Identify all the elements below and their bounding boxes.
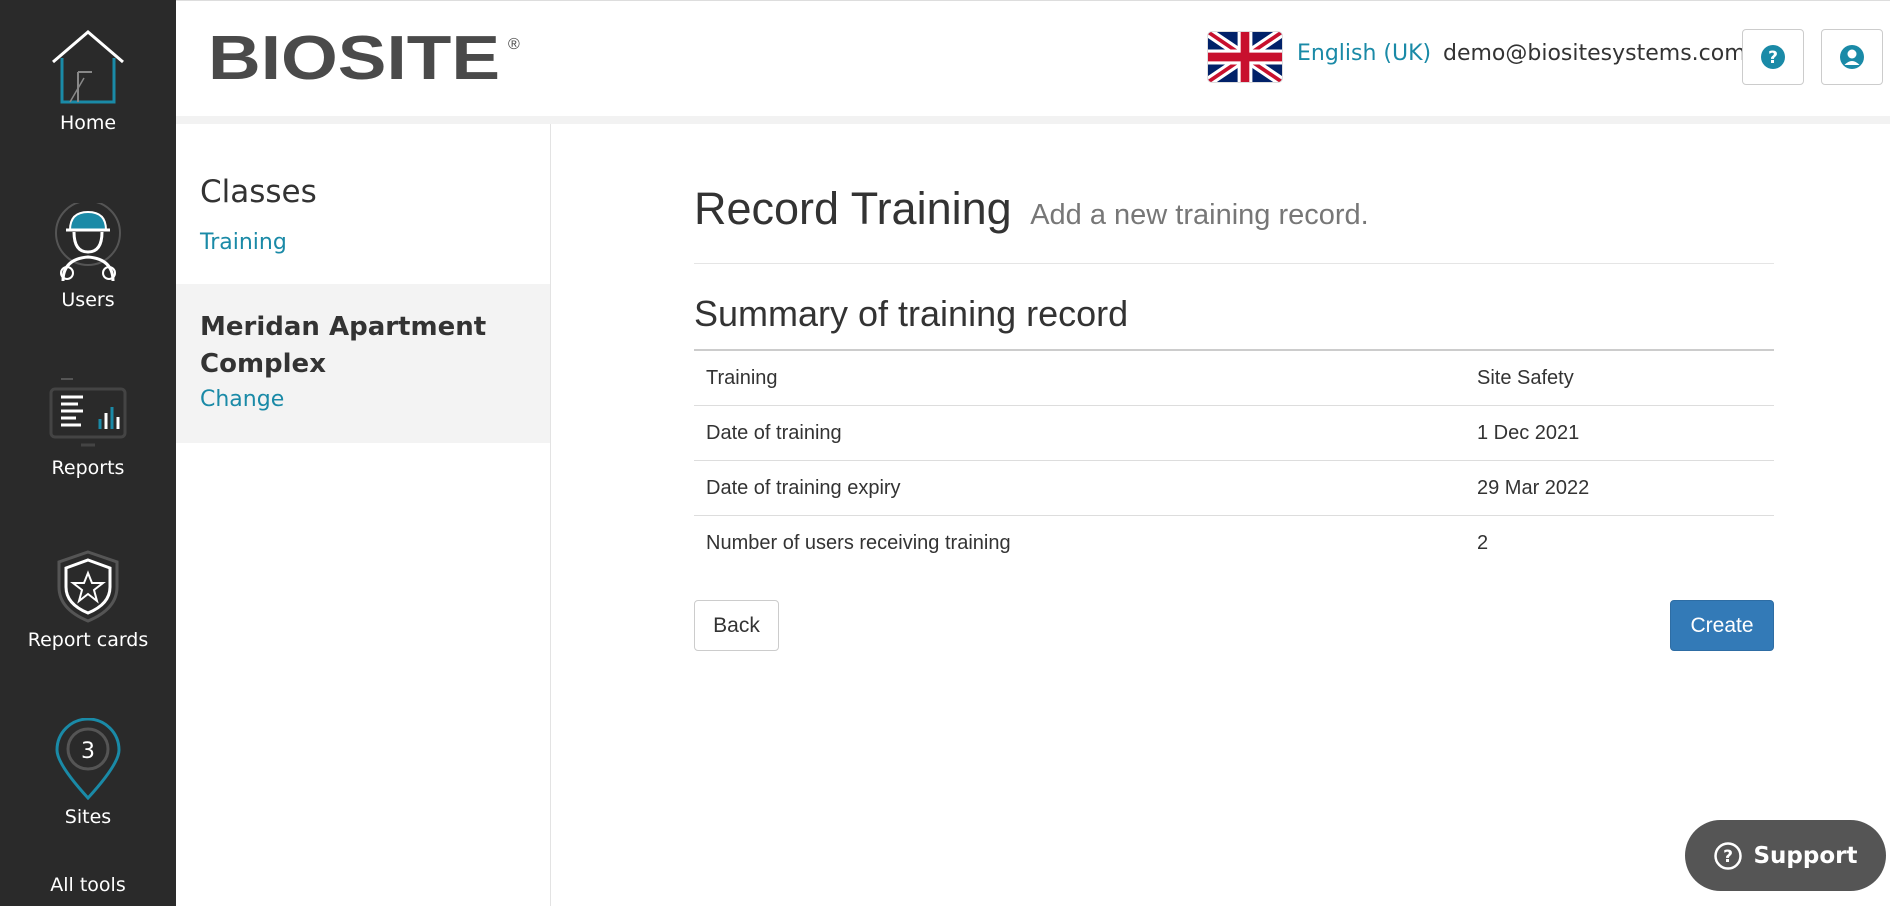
row-label: Training: [694, 349, 1465, 406]
svg-text:?: ?: [1724, 847, 1734, 867]
language-link[interactable]: English (UK): [1297, 41, 1431, 66]
nav-label-home: Home: [59, 112, 117, 134]
account-button[interactable]: [1821, 29, 1883, 85]
row-label: Date of training: [694, 405, 1465, 461]
site-name: Meridan Apartment Complex: [200, 312, 487, 379]
support-button[interactable]: ? Support: [1685, 820, 1886, 891]
nav-label-all-tools: All tools: [50, 874, 126, 896]
page-title: Record Training Add a new training recor…: [694, 183, 1369, 235]
change-site-link[interactable]: Change: [200, 387, 284, 412]
left-nav: Home Users Reports Report cards 3 Sites …: [0, 0, 176, 906]
row-value: 29 Mar 2022: [1465, 460, 1774, 516]
header-divider: [176, 116, 1890, 124]
top-header: BIOSITE ® English (UK) demo@biositesyste…: [176, 0, 1890, 116]
page-subtitle: Add a new training record.: [1030, 199, 1369, 231]
nav-item-users[interactable]: Users: [0, 203, 176, 311]
summary-title: Summary of training record: [694, 293, 1129, 334]
logo-text: BIOSITE: [208, 27, 500, 87]
user-email: demo@biositesystems.com: [1443, 41, 1746, 66]
nav-item-sites[interactable]: 3 Sites: [0, 718, 176, 828]
nav-label-sites: Sites: [64, 806, 112, 828]
nav-item-report-cards[interactable]: Report cards: [0, 549, 176, 651]
row-value: Site Safety: [1465, 349, 1774, 406]
svg-text:3: 3: [81, 739, 95, 764]
uk-flag-icon[interactable]: [1208, 32, 1282, 82]
summary-table: Training Site Safety Date of training 1 …: [694, 349, 1774, 570]
title-divider: [694, 263, 1774, 264]
training-link[interactable]: Training: [200, 230, 287, 255]
site-panel: Meridan Apartment Complex Change: [176, 284, 550, 443]
home-icon: [52, 30, 124, 104]
table-row: Date of training 1 Dec 2021: [694, 405, 1774, 461]
question-icon: ?: [1761, 45, 1785, 69]
row-value: 2: [1465, 515, 1774, 570]
page-title-text: Record Training: [694, 183, 1012, 234]
nav-label-reports: Reports: [51, 457, 125, 479]
biosite-logo: BIOSITE ®: [208, 27, 520, 87]
nav-label-report-cards: Report cards: [27, 629, 149, 651]
table-row: Date of training expiry 29 Mar 2022: [694, 460, 1774, 516]
table-row: Training Site Safety: [694, 349, 1774, 406]
svg-text:?: ?: [1768, 48, 1778, 68]
nav-item-home[interactable]: Home: [0, 28, 176, 134]
reports-icon: [49, 378, 127, 447]
row-label: Date of training expiry: [694, 460, 1465, 516]
nav-label-users: Users: [61, 289, 115, 311]
nav-item-all-tools[interactable]: All tools: [0, 874, 176, 896]
row-value: 1 Dec 2021: [1465, 405, 1774, 461]
help-circle-icon: ?: [1714, 841, 1743, 870]
nav-item-reports[interactable]: Reports: [0, 375, 176, 479]
map-pin-icon: 3: [55, 718, 121, 800]
support-label: Support: [1753, 842, 1858, 869]
classes-title: Classes: [200, 174, 317, 210]
back-button[interactable]: Back: [694, 600, 779, 651]
user-icon: [1840, 45, 1864, 69]
table-row: Number of users receiving training 2: [694, 515, 1774, 570]
row-label: Number of users receiving training: [694, 515, 1465, 570]
logo-mark: ®: [508, 36, 520, 53]
worker-icon: [55, 203, 121, 282]
secondary-sidebar: Classes Training Meridan Apartment Compl…: [176, 124, 551, 906]
create-button[interactable]: Create: [1670, 600, 1774, 651]
shield-star-icon: [57, 550, 119, 623]
help-button[interactable]: ?: [1742, 29, 1804, 85]
